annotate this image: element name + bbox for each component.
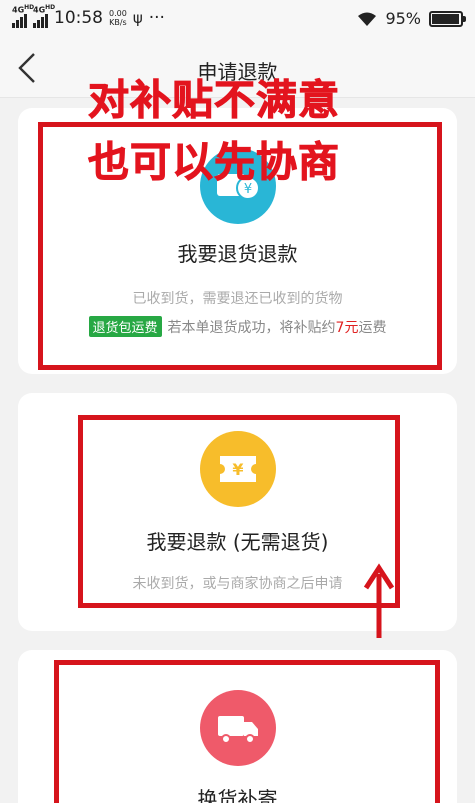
status-bar: 4GHD 4GHD 10:58 0.00 KB/s ψ ··· 95% (0, 0, 475, 38)
more-notifications: ··· (148, 8, 165, 28)
usb-icon: ψ (132, 9, 143, 27)
clock: 10:58 (54, 8, 103, 28)
wifi-icon (358, 12, 377, 26)
battery-percent: 95% (385, 9, 421, 28)
annotation-arrow-icon (363, 563, 395, 638)
battery-icon (429, 10, 466, 27)
annotation-text-line-2: 也可以先协商 (88, 138, 340, 187)
annotation-box-3 (54, 660, 440, 803)
signal-icon-1: 4GHD (12, 4, 34, 28)
annotation-box-2 (78, 415, 400, 608)
signal-icon-2: 4GHD (33, 4, 55, 28)
annotation-text-line-1: 对补贴不满意 (88, 76, 340, 125)
network-speed: 0.00 KB/s (109, 9, 127, 27)
